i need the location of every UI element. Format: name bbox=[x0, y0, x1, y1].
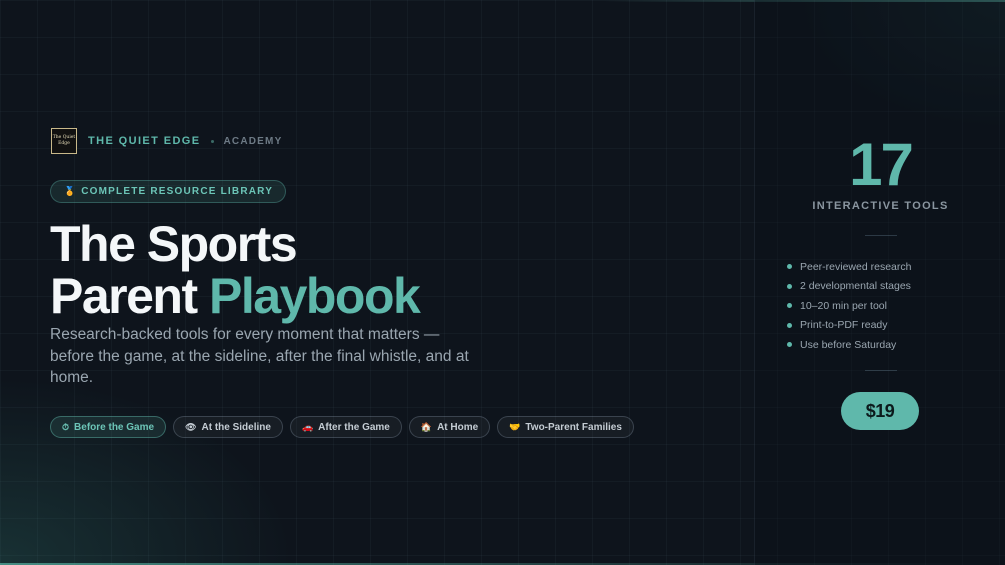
bullet-dot-icon bbox=[787, 264, 792, 270]
chip-label: After the Game bbox=[318, 421, 390, 433]
hero-subtitle: Research-backed tools for every moment t… bbox=[50, 326, 469, 386]
title-line-2: Parent Playbook bbox=[50, 268, 421, 324]
feature-label: Use before Saturday bbox=[800, 338, 897, 351]
brand-name: THE QUIET EDGE bbox=[88, 135, 201, 147]
feature-label: 10–20 min per tool bbox=[800, 299, 887, 312]
title-plain-word: Parent bbox=[50, 268, 198, 324]
panel-divider-top bbox=[865, 235, 897, 236]
feature-label: 2 developmental stages bbox=[800, 280, 911, 293]
logo-text-line2: Edge bbox=[58, 141, 70, 146]
feature-label: Print-to-PDF ready bbox=[800, 319, 888, 332]
bullet-dot-icon bbox=[787, 283, 792, 289]
chip-at-the-sideline[interactable]: 👁 At the Sideline bbox=[173, 416, 283, 438]
page-title: The Sports Parent Playbook bbox=[50, 216, 421, 324]
feature-item: Peer-reviewed research bbox=[787, 257, 911, 277]
brand-header: The Quiet Edge THE QUIET EDGE ACADEMY bbox=[51, 128, 282, 154]
chip-two-parent-families[interactable]: 🤝 Two-Parent Families bbox=[497, 416, 634, 438]
tool-count: 17 bbox=[849, 131, 914, 198]
brand-separator-dot bbox=[210, 139, 214, 143]
bullet-dot-icon bbox=[787, 322, 792, 328]
feature-item: 2 developmental stages bbox=[787, 277, 911, 297]
timer-icon: ⏱ bbox=[62, 421, 70, 432]
handshake-icon: 🤝 bbox=[509, 421, 521, 432]
car-icon: 🚗 bbox=[301, 421, 314, 432]
eye-icon: 👁 bbox=[185, 421, 197, 432]
chip-label: Before the Game bbox=[74, 421, 155, 433]
home-icon: 🏠 bbox=[420, 421, 433, 432]
brand-sub-label: ACADEMY bbox=[223, 135, 283, 147]
pricing-panel: 17 INTERACTIVE TOOLS Peer-reviewed resea… bbox=[754, 0, 1005, 565]
medal-icon: 🏅 bbox=[64, 186, 76, 196]
panel-divider-bottom bbox=[865, 370, 897, 371]
title-accent-word: Playbook bbox=[209, 268, 421, 324]
badge-label: COMPLETE RESOURCE LIBRARY bbox=[81, 186, 274, 197]
feature-item: Print-to-PDF ready bbox=[787, 316, 911, 336]
feature-label: Peer-reviewed research bbox=[800, 260, 912, 273]
title-line-1: The Sports bbox=[50, 216, 298, 272]
price-button[interactable]: $19 bbox=[841, 392, 919, 430]
chip-before-the-game[interactable]: ⏱ Before the Game bbox=[50, 416, 167, 438]
feature-list: Peer-reviewed research 2 developmental s… bbox=[787, 257, 911, 355]
category-chips: ⏱ Before the Game 👁 At the Sideline 🚗 Af… bbox=[50, 416, 634, 438]
resource-library-badge: 🏅 COMPLETE RESOURCE LIBRARY bbox=[50, 180, 287, 203]
bullet-dot-icon bbox=[787, 342, 792, 348]
brand-logo[interactable]: The Quiet Edge bbox=[51, 128, 77, 154]
chip-after-the-game[interactable]: 🚗 After the Game bbox=[289, 416, 402, 438]
chip-label: Two-Parent Families bbox=[525, 421, 622, 433]
tool-count-label: INTERACTIVE TOOLS bbox=[812, 200, 949, 212]
chip-label: At Home bbox=[437, 421, 479, 433]
bullet-dot-icon bbox=[787, 303, 792, 309]
chip-label: At the Sideline bbox=[201, 421, 271, 433]
feature-item: 10–20 min per tool bbox=[787, 296, 911, 316]
feature-item: Use before Saturday bbox=[787, 335, 911, 355]
chip-at-home[interactable]: 🏠 At Home bbox=[408, 416, 491, 438]
